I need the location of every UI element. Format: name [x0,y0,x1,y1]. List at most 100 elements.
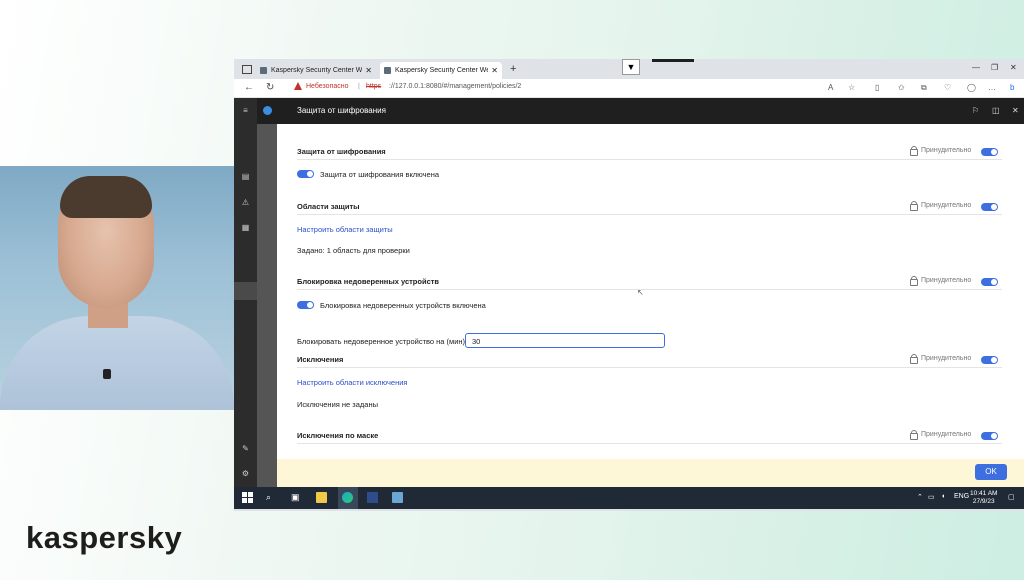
task-view-icon[interactable]: ▣ [291,492,300,503]
address-bar: ← ↻ Небезопасно | https ://127.0.0.1:808… [234,79,1024,98]
block-duration-input[interactable]: 30 [465,333,665,348]
monitoring-icon[interactable]: ▤ [241,172,250,181]
enforce-toggle-mask-exclusions[interactable] [981,432,998,440]
share-dropdown-button[interactable]: ▼ [622,59,640,75]
url-scheme[interactable]: https [366,83,381,90]
panel-footer: OK [277,459,1024,487]
browser-essentials-icon[interactable]: ♡ [944,83,951,92]
alert-icon[interactable]: ⚠ [241,198,250,207]
policy-settings: Защита от шифрования Принудительно Защит… [277,124,1024,459]
copilot-icon[interactable]: b [1010,83,1014,92]
favorites-icon[interactable]: ✩ [898,83,905,92]
presenter-video [0,166,234,410]
section-title-scopes: Области защиты [297,202,360,211]
settings-icon[interactable]: ⚙ [241,469,250,478]
nav-rail: ≡ ▤ ⚠ ▦ ✎ ⚙ [234,98,257,487]
divider [297,443,1002,444]
close-icon[interactable]: ✕ [491,66,498,75]
flag-icon[interactable]: ⚐ [972,106,979,115]
new-tab-button[interactable]: + [510,63,516,75]
mouse-cursor: ↖ [637,288,644,297]
close-panel-icon[interactable]: ✕ [1012,106,1019,115]
configure-exclusions-link[interactable]: Настроить области исключения [297,378,407,387]
windows-taskbar: ⌕ ▣ ⌃ ▭ ◖ ENG 10:41 AM 27/9/23 ▢ [234,487,1024,509]
network-icon[interactable]: ▭ [928,493,935,501]
panel-header: Защита от шифрования ⚐ ◫ ✕ [257,98,1024,124]
close-window-icon[interactable]: ✕ [1010,63,1017,72]
insecure-label[interactable]: Небезопасно [306,83,349,90]
read-aloud-icon[interactable]: A [828,83,833,92]
panel-title: Защита от шифрования [297,106,386,115]
section-title-mask-exclusions: Исключения по маске [297,431,379,440]
kaspersky-logo: kaspersky [26,520,183,555]
encryption-enabled-label: Защита от шифрования включена [320,170,440,179]
divider [297,214,1002,215]
favorite-star-icon[interactable]: ☆ [848,83,855,92]
back-icon[interactable]: ← [244,82,254,93]
lock-icon[interactable] [910,430,918,440]
lock-icon[interactable] [910,146,918,156]
enforced-label: Принудительно [921,202,972,209]
console-app-icon[interactable] [367,492,378,503]
lapel-mic [103,369,111,379]
search-icon[interactable]: ⌕ [266,492,271,503]
warning-icon [294,82,302,90]
lock-icon[interactable] [910,354,918,364]
enforce-toggle-scopes[interactable] [981,203,998,211]
split-screen-icon[interactable]: ▯ [875,83,879,92]
rail-active-item[interactable] [234,282,257,300]
back-circle-icon[interactable] [263,106,272,115]
ksc-web-console: ≡ ▤ ⚠ ▦ ✎ ⚙ Защита от шифрования ⚐ ◫ ✕ З… [234,98,1024,487]
browser-tab-1[interactable]: Kaspersky Security Center Web C ✕ [256,62,376,79]
url-path[interactable]: ://127.0.0.1:8080/#/management/policies/… [389,83,521,90]
taskbar-clock[interactable]: 10:41 AM 27/9/23 [970,490,997,506]
enforce-toggle-encryption[interactable] [981,148,998,156]
scopes-summary: Задано: 1 область для проверки [297,246,410,255]
lock-icon[interactable] [910,201,918,211]
more-icon[interactable]: … [988,83,996,92]
edge-browser-icon[interactable] [342,492,353,503]
profile-icon[interactable]: ◯ [967,83,976,92]
language-indicator[interactable]: ENG [954,493,969,500]
windows-start-icon[interactable] [242,492,253,503]
notifications-icon[interactable]: ▢ [1008,493,1015,501]
minimize-icon[interactable]: — [972,63,980,72]
devices-icon[interactable]: ▦ [241,223,250,232]
menu-icon[interactable]: ≡ [241,106,250,115]
expand-icon[interactable]: ◫ [992,106,1000,115]
restore-icon[interactable]: ❐ [991,63,998,72]
ok-button[interactable]: OK [975,464,1007,480]
block-duration-label: Блокировать недоверенное устройство на (… [297,337,468,346]
tab-actions-icon[interactable] [242,65,252,74]
enforced-label: Принудительно [921,431,972,438]
kaspersky-favicon-icon [384,67,391,74]
clock-time: 10:41 AM [970,490,998,497]
clock-date: 27/9/23 [972,498,995,505]
enforced-label: Принудительно [921,277,972,284]
exclusions-summary: Исключения не заданы [297,400,378,409]
section-title-encryption: Защита от шифрования [297,147,386,156]
wrench-icon[interactable]: ✎ [241,444,250,453]
share-indicator [652,59,694,62]
collections-icon[interactable]: ⧉ [921,83,927,93]
enforce-toggle-blocking[interactable] [981,278,998,286]
browser-tab-2[interactable]: Kaspersky Security Center Web C ✕ [380,62,502,79]
divider [297,289,1002,290]
lock-icon[interactable] [910,276,918,286]
app-icon[interactable] [392,492,403,503]
configure-scopes-link[interactable]: Настроить области защиты [297,225,393,234]
section-title-blocking: Блокировка недоверенных устройств [297,277,440,286]
browser-tabbar: Kaspersky Security Center Web C ✕ Kasper… [234,59,1024,79]
blocking-enabled-toggle[interactable] [297,301,314,309]
enforce-toggle-exclusions[interactable] [981,356,998,364]
tab-title: Kaspersky Security Center Web C [271,67,363,74]
file-explorer-icon[interactable] [316,492,327,503]
close-icon[interactable]: ✕ [365,66,372,75]
volume-icon[interactable]: ◖ [941,493,945,500]
enforced-label: Принудительно [921,147,972,154]
tray-chevron-icon[interactable]: ⌃ [917,493,923,501]
encryption-enabled-toggle[interactable] [297,170,314,178]
section-title-exclusions: Исключения [297,355,344,364]
presenter-hair [60,176,152,218]
reload-icon[interactable]: ↻ [266,82,274,93]
